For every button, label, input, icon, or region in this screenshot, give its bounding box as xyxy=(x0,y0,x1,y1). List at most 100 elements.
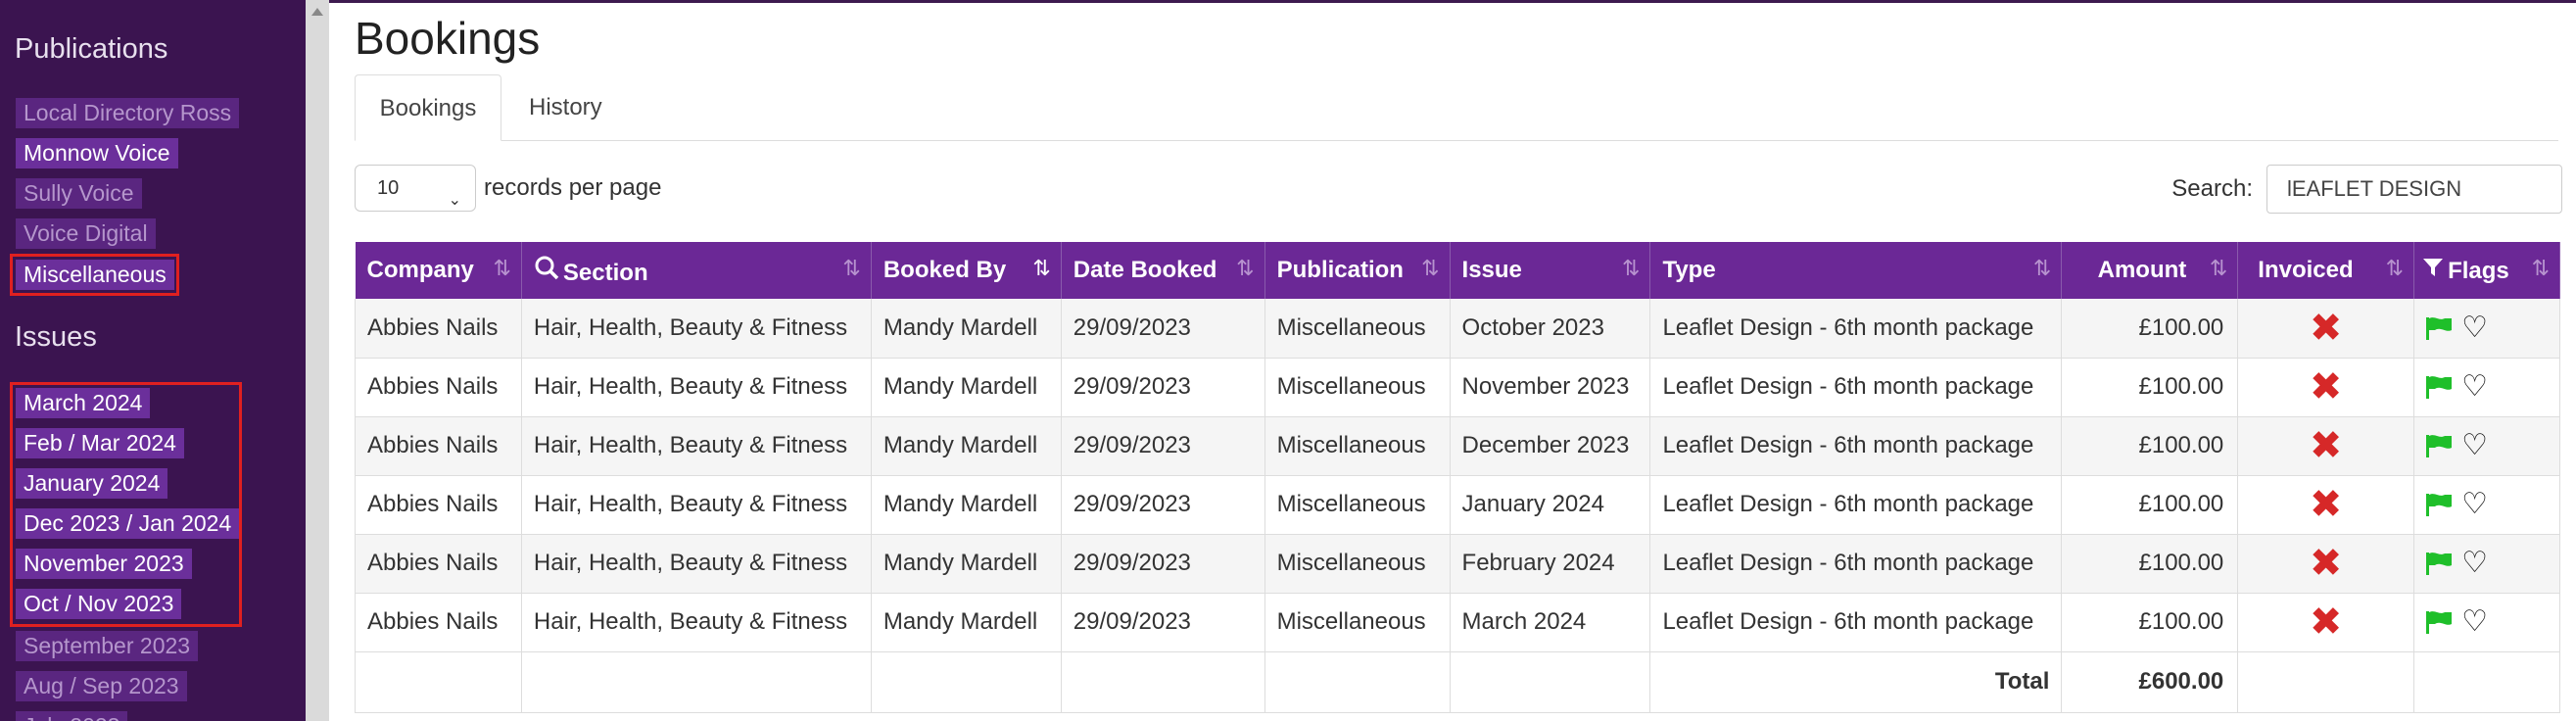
issue-tag[interactable]: Aug / Sep 2023 xyxy=(16,671,187,701)
green-flag-icon[interactable] xyxy=(2424,315,2454,341)
column-header-type[interactable]: Type ⇅ xyxy=(1649,242,2063,299)
date-booked-cell: 29/09/2023 xyxy=(1061,299,1265,359)
table-row[interactable]: Abbies Nails Hair, Health, Beauty & Fitne… xyxy=(355,475,2560,535)
header-label: Date Booked xyxy=(1073,257,1217,283)
table-row[interactable]: Abbies Nails Hair, Health, Beauty & Fitne… xyxy=(355,593,2560,652)
heart-outline-icon[interactable]: ♡ xyxy=(2461,431,2488,460)
tab-history[interactable]: History xyxy=(529,74,602,141)
sort-icon: ⇅ xyxy=(1236,256,1255,280)
cross-icon[interactable]: ✖ xyxy=(2310,483,2343,526)
table-header-row: Company ⇅ Section ⇅ Booked By ⇅ Date Booked… xyxy=(355,242,2560,299)
header-label: Amount xyxy=(2097,257,2187,283)
company-cell: Abbies Nails xyxy=(355,534,522,594)
records-per-page-select[interactable]: 10 ⌄ xyxy=(355,165,476,212)
issues-title: Issues xyxy=(15,321,97,353)
table-row[interactable]: Abbies Nails Hair, Health, Beauty & Fitne… xyxy=(355,299,2560,359)
column-header-invoiced[interactable]: Invoiced ⇅ xyxy=(2237,242,2415,299)
column-header-flags[interactable]: Flags ⇅ xyxy=(2413,242,2560,299)
sort-desc-icon: ⇅ xyxy=(1032,256,1051,280)
section-cell: Hair, Health, Beauty & Fitness xyxy=(521,416,872,476)
sidebar-scrollbar[interactable] xyxy=(306,0,329,721)
flags-cell: ♡ xyxy=(2413,416,2560,476)
column-header-issue[interactable]: Issue ⇅ xyxy=(1450,242,1651,299)
scroll-up-arrow-icon[interactable] xyxy=(311,8,323,16)
sort-icon: ⇅ xyxy=(1421,256,1440,280)
heart-outline-icon[interactable]: ♡ xyxy=(2461,549,2488,578)
type-cell: Leaflet Design - 6th month package xyxy=(1649,358,2063,417)
booked-by-cell: Mandy Mardell xyxy=(871,416,1062,476)
section-cell: Hair, Health, Beauty & Fitness xyxy=(521,358,872,417)
publication-tag[interactable]: Voice Digital xyxy=(16,218,156,249)
green-flag-icon[interactable] xyxy=(2424,374,2454,400)
header-label: Booked By xyxy=(883,257,1007,283)
search-input[interactable]: lEAFLET DESIGN xyxy=(2266,165,2562,214)
publication-cell: Miscellaneous xyxy=(1264,593,1451,652)
main-content: Bookings Bookings History 10 ⌄ records p… xyxy=(329,0,2576,721)
issue-tag[interactable]: September 2023 xyxy=(16,631,199,661)
heart-outline-icon[interactable]: ♡ xyxy=(2461,490,2488,519)
column-header-company[interactable]: Company ⇅ xyxy=(355,242,522,299)
issue-cell: October 2023 xyxy=(1450,299,1651,359)
invoiced-cell: ✖ xyxy=(2237,534,2415,594)
green-flag-icon[interactable] xyxy=(2424,551,2454,576)
header-label: Type xyxy=(1662,257,1716,283)
invoiced-cell: ✖ xyxy=(2237,416,2415,476)
cross-icon[interactable]: ✖ xyxy=(2310,601,2343,644)
issue-tag[interactable]: July 2023 xyxy=(16,711,128,721)
column-header-amount[interactable]: Amount ⇅ xyxy=(2061,242,2239,299)
green-flag-icon[interactable] xyxy=(2424,609,2454,635)
column-header-section[interactable]: Section ⇅ xyxy=(521,242,872,299)
amount-cell: £100.00 xyxy=(2061,593,2239,652)
green-flag-icon[interactable] xyxy=(2424,492,2454,517)
records-per-page-control: 10 ⌄ records per page xyxy=(355,165,661,212)
total-row: Total £600.00 xyxy=(355,651,2560,713)
cross-icon[interactable]: ✖ xyxy=(2310,365,2343,409)
flags-cell: ♡ xyxy=(2413,593,2560,652)
total-empty-cell xyxy=(2237,651,2415,713)
cross-icon[interactable]: ✖ xyxy=(2310,307,2343,350)
total-empty-cell xyxy=(2413,651,2560,713)
cross-icon[interactable]: ✖ xyxy=(2310,424,2343,467)
publication-cell: Miscellaneous xyxy=(1264,358,1451,417)
heart-outline-icon[interactable]: ♡ xyxy=(2461,607,2488,637)
publication-tag[interactable]: Monnow Voice xyxy=(16,138,178,168)
issue-cell: February 2024 xyxy=(1450,534,1651,594)
amount-cell: £100.00 xyxy=(2061,534,2239,594)
heart-outline-icon[interactable]: ♡ xyxy=(2461,372,2488,402)
issue-cell: December 2023 xyxy=(1450,416,1651,476)
company-cell: Abbies Nails xyxy=(355,358,522,417)
company-cell: Abbies Nails xyxy=(355,299,522,359)
column-header-date-booked[interactable]: Date Booked ⇅ xyxy=(1061,242,1265,299)
booked-by-cell: Mandy Mardell xyxy=(871,358,1062,417)
publication-tag[interactable]: Local Directory Ross xyxy=(16,98,240,128)
chevron-down-icon: ⌄ xyxy=(448,192,461,209)
records-per-page-label: records per page xyxy=(484,174,662,201)
table-row[interactable]: Abbies Nails Hair, Health, Beauty & Fitne… xyxy=(355,358,2560,417)
total-empty-cell xyxy=(355,651,522,713)
publication-tag[interactable]: Sully Voice xyxy=(16,178,142,209)
tab-bookings[interactable]: Bookings xyxy=(355,74,501,141)
green-flag-icon[interactable] xyxy=(2424,433,2454,458)
search-control: Search: lEAFLET DESIGN xyxy=(2171,165,2562,214)
table-row[interactable]: Abbies Nails Hair, Health, Beauty & Fitne… xyxy=(355,416,2560,476)
header-label: Company xyxy=(366,257,474,283)
booked-by-cell: Mandy Mardell xyxy=(871,534,1062,594)
table-row[interactable]: Abbies Nails Hair, Health, Beauty & Fitne… xyxy=(355,534,2560,594)
column-header-publication[interactable]: Publication ⇅ xyxy=(1264,242,1451,299)
date-booked-cell: 29/09/2023 xyxy=(1061,534,1265,594)
tab-bar: Bookings History xyxy=(355,74,2558,141)
date-booked-cell: 29/09/2023 xyxy=(1061,593,1265,652)
sort-icon: ⇅ xyxy=(2209,256,2228,280)
issue-cell: March 2024 xyxy=(1450,593,1651,652)
date-booked-cell: 29/09/2023 xyxy=(1061,416,1265,476)
invoiced-cell: ✖ xyxy=(2237,299,2415,359)
cross-icon[interactable]: ✖ xyxy=(2310,542,2343,585)
amount-cell: £100.00 xyxy=(2061,299,2239,359)
type-cell: Leaflet Design - 6th month package xyxy=(1649,416,2063,476)
flags-cell: ♡ xyxy=(2413,475,2560,535)
column-header-booked-by[interactable]: Booked By ⇅ xyxy=(871,242,1062,299)
heart-outline-icon[interactable]: ♡ xyxy=(2461,312,2488,343)
sort-icon: ⇅ xyxy=(493,256,511,280)
invoiced-cell: ✖ xyxy=(2237,475,2415,535)
invoiced-cell: ✖ xyxy=(2237,358,2415,417)
